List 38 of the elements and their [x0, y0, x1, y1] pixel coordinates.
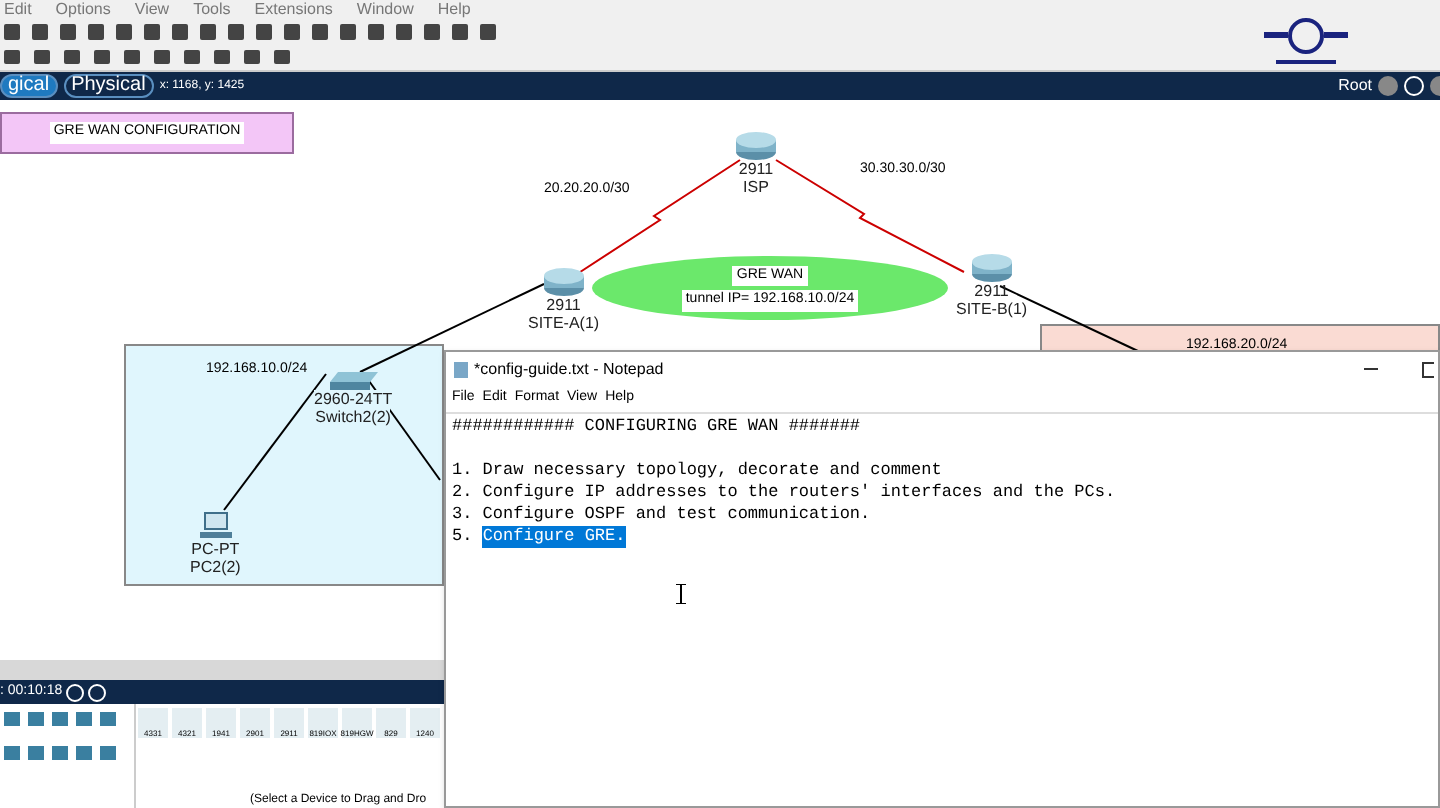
menu-item[interactable]: Extensions: [254, 0, 333, 18]
device-model: 2960-24TT: [314, 390, 393, 408]
device-name: ISP: [743, 178, 769, 196]
text-line: 2. Configure IP addresses to the routers' interfaces and the PCs.: [452, 482, 1116, 504]
text-cursor-icon: [676, 584, 686, 604]
device-name: SITE-B(1): [956, 300, 1028, 318]
menu-item[interactable]: Window: [356, 0, 414, 18]
device-name: PC2(2): [190, 558, 241, 576]
menu-item[interactable]: Options: [55, 0, 111, 18]
menu-item[interactable]: Edit: [4, 0, 32, 18]
menu-item[interactable]: View: [134, 0, 170, 18]
notepad-icon: [454, 361, 468, 377]
maximize-button[interactable]: [1422, 361, 1434, 377]
router-icon[interactable]: [969, 254, 1014, 282]
window-title: *config-guide.txt - Notepad: [474, 357, 664, 381]
view-tab[interactable]: Physical: [63, 74, 154, 98]
device-model: PC-PT: [191, 540, 240, 558]
logo-icon: [1260, 16, 1352, 68]
text-line: 5.: [452, 526, 475, 548]
router-icon[interactable]: [734, 132, 778, 160]
menu-item[interactable]: Help: [437, 0, 471, 18]
device-model: 2911: [974, 282, 1009, 300]
device-model: 2911: [738, 160, 774, 178]
view-tab[interactable]: gical: [0, 74, 58, 98]
fast-forward-icon[interactable]: [88, 683, 107, 701]
text-line: 1. Draw necessary topology, decorate and comment: [452, 460, 942, 482]
computer-icon[interactable]: [199, 512, 232, 540]
text-line: ############ CONFIGURING GRE WAN #######: [452, 416, 861, 438]
location-text: Root: [1338, 74, 1372, 98]
switch-icon[interactable]: [329, 372, 378, 390]
device-model: 2911: [546, 296, 581, 314]
text-line: 3. Configure OSPF and test communication.: [452, 504, 871, 526]
device-name: Switch2(2): [315, 408, 391, 426]
device-name: SITE-A(1): [528, 314, 600, 332]
selected-text: Configure GRE.: [482, 526, 626, 548]
menu-item[interactable]: Tools: [193, 0, 231, 18]
reset-icon[interactable]: [66, 683, 85, 701]
router-icon[interactable]: [541, 268, 586, 296]
